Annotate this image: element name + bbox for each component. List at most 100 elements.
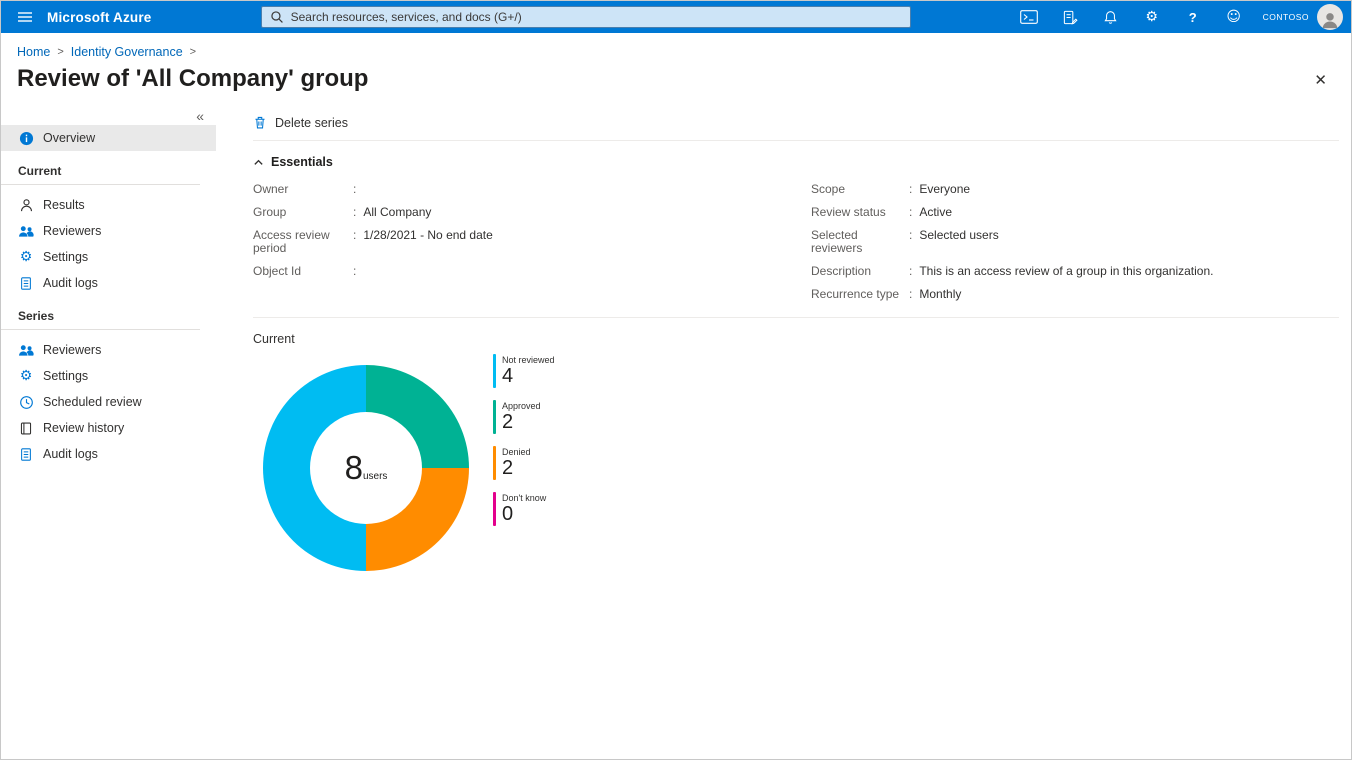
account-area[interactable]: CONTOSO [1263, 4, 1343, 30]
legend-item: Not reviewed 4 [493, 354, 555, 388]
breadcrumb-identity-governance[interactable]: Identity Governance [71, 45, 183, 59]
breadcrumb-home[interactable]: Home [17, 45, 50, 59]
field-owner: Owner [253, 183, 811, 196]
sidebar-item-label: Overview [43, 131, 95, 145]
sidebar-item-label: Scheduled review [43, 395, 142, 409]
sidebar-item-label: Settings [43, 369, 88, 383]
sidebar-item-review-history[interactable]: Review history [1, 415, 216, 441]
close-icon[interactable]: ✕ [1314, 71, 1327, 89]
azure-portal-window: Microsoft Azure ⚙ ? ☺ CONTOSO [0, 0, 1352, 760]
feedback-smiley-icon[interactable]: ☺ [1225, 8, 1243, 26]
field-value: Active [919, 206, 952, 219]
people-icon [18, 223, 34, 239]
field-value: This is an access review of a group in t… [919, 265, 1213, 278]
delete-series-label: Delete series [275, 116, 348, 130]
sidebar-item-settings[interactable]: ⚙ Settings [1, 244, 216, 270]
legend-value: 2 [502, 411, 541, 434]
chart-area: 8 users Not reviewed 4 [253, 352, 1339, 571]
person-icon [18, 197, 34, 213]
directory-filter-icon[interactable] [1061, 8, 1079, 26]
legend-value: 2 [502, 457, 531, 480]
legend-label: Denied [502, 446, 531, 457]
field-value: 1/28/2021 - No end date [363, 229, 492, 255]
sidebar-item-label: Audit logs [43, 447, 98, 461]
legend-color-bar [493, 354, 496, 388]
field-colon [909, 265, 912, 278]
sidebar-item-series-audit-logs[interactable]: Audit logs [1, 441, 216, 467]
command-bar: Delete series [253, 105, 1339, 140]
sidebar-item-overview[interactable]: Overview [1, 125, 216, 151]
legend-color-bar [493, 400, 496, 434]
field-value: Monthly [919, 288, 961, 301]
sidebar-item-results[interactable]: Results [1, 192, 216, 218]
field-value: Everyone [919, 183, 970, 196]
sidebar-section-divider [1, 329, 200, 330]
gear-icon: ⚙ [18, 368, 34, 384]
legend-item: Approved 2 [493, 400, 555, 434]
sidebar-item-label: Review history [43, 421, 124, 435]
legend-label: Don't know [502, 492, 546, 503]
tenant-label: CONTOSO [1263, 12, 1309, 22]
legend-label: Not reviewed [502, 354, 555, 365]
page-title: Review of 'All Company' group [17, 65, 368, 93]
delete-series-button[interactable]: Delete series [253, 113, 356, 132]
breadcrumb-separator: > [57, 46, 63, 58]
breadcrumb-separator: > [190, 46, 196, 58]
field-scope: ScopeEveryone [811, 183, 1214, 196]
field-colon [909, 288, 912, 301]
help-icon[interactable]: ? [1184, 8, 1202, 26]
legend-item: Don't know 0 [493, 492, 555, 526]
book-icon [18, 420, 34, 436]
sidebar-collapse-icon[interactable]: « [196, 109, 204, 123]
field-colon [353, 229, 356, 255]
legend-value: 0 [502, 503, 546, 526]
topbar: Microsoft Azure ⚙ ? ☺ CONTOSO [1, 1, 1351, 33]
notifications-bell-icon[interactable] [1102, 8, 1120, 26]
search-input[interactable] [291, 10, 902, 24]
toolbar-divider [253, 140, 1339, 141]
global-search[interactable] [261, 6, 911, 28]
field-recurrence-type: Recurrence typeMonthly [811, 288, 1214, 301]
field-label: Review status [811, 206, 909, 219]
gear-icon: ⚙ [18, 249, 34, 265]
donut-total-unit: users [363, 471, 387, 482]
search-icon [270, 10, 284, 24]
essentials-section: Essentials Owner GroupAll Company Access… [253, 155, 1339, 301]
sidebar-item-series-reviewers[interactable]: Reviewers [1, 337, 216, 363]
essentials-title: Essentials [271, 155, 333, 169]
field-label: Group [253, 206, 353, 219]
sidebar-item-reviewers[interactable]: Reviewers [1, 218, 216, 244]
sidebar-item-label: Settings [43, 250, 88, 264]
menu-icon[interactable] [11, 1, 39, 33]
donut-chart: 8 users [263, 365, 469, 571]
essentials-divider [253, 317, 1339, 318]
document-icon [18, 446, 34, 462]
field-object-id: Object Id [253, 265, 811, 278]
legend-label: Approved [502, 400, 541, 411]
chart-legend: Not reviewed 4 Approved 2 [493, 354, 555, 538]
field-group: GroupAll Company [253, 206, 811, 219]
main-panel: Delete series Essentials Owner [216, 105, 1351, 759]
field-colon [353, 206, 356, 219]
donut-center: 8 users [310, 412, 422, 524]
field-selected-reviewers: Selected reviewersSelected users [811, 229, 1214, 255]
app-title[interactable]: Microsoft Azure [47, 10, 152, 25]
sidebar-section-series: Series [1, 296, 216, 329]
essentials-toggle[interactable]: Essentials [253, 155, 1339, 169]
sidebar: « Overview Current Results Revi [1, 105, 216, 759]
field-access-review-period: Access review period1/28/2021 - No end d… [253, 229, 811, 255]
sidebar-item-audit-logs[interactable]: Audit logs [1, 270, 216, 296]
cloud-shell-icon[interactable] [1020, 8, 1038, 26]
sidebar-item-series-settings[interactable]: ⚙ Settings [1, 363, 216, 389]
settings-gear-icon[interactable]: ⚙ [1143, 8, 1161, 26]
topbar-icons: ⚙ ? ☺ [1020, 8, 1243, 26]
avatar[interactable] [1317, 4, 1343, 30]
field-colon [909, 229, 912, 255]
field-label: Selected reviewers [811, 229, 909, 255]
field-review-status: Review status Active [811, 206, 1214, 219]
field-description: DescriptionThis is an access review of a… [811, 265, 1214, 278]
breadcrumb: Home > Identity Governance > [1, 33, 1351, 59]
sidebar-item-scheduled-review[interactable]: Scheduled review [1, 389, 216, 415]
legend-color-bar [493, 446, 496, 480]
field-colon [909, 206, 912, 219]
